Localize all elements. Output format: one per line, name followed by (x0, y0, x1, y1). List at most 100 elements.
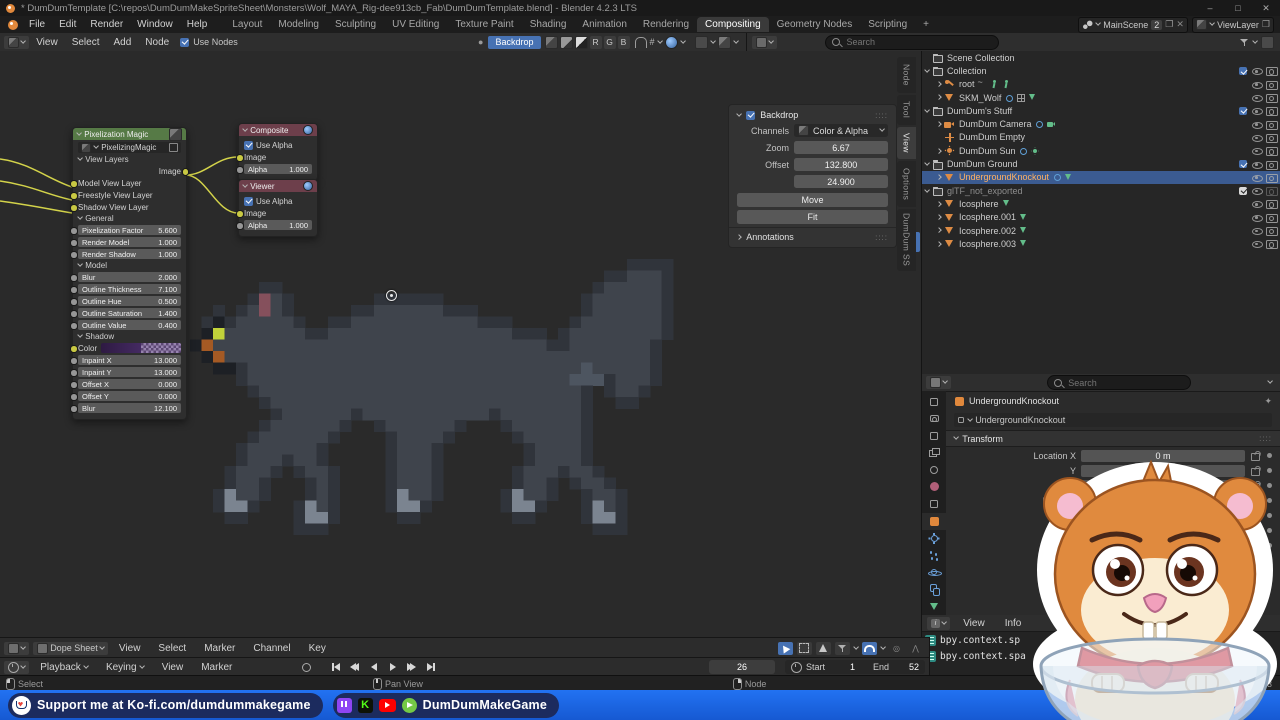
tab-tool[interactable] (922, 393, 946, 410)
input-socket-icon[interactable] (70, 369, 78, 377)
unlink-scene-icon[interactable]: ✕ (1176, 19, 1184, 30)
menu-key[interactable]: Key (302, 643, 333, 654)
param-inpaint-x[interactable]: Inpaint X 13.000 (70, 355, 181, 365)
pin-icon[interactable]: ● (478, 37, 483, 47)
current-frame-field[interactable]: 26 (708, 660, 775, 674)
outliner-row-skm-wolf[interactable]: SKM_Wolf (922, 91, 1280, 104)
fake-user-icon[interactable] (169, 143, 178, 152)
workspace-tab-geometry-nodes[interactable]: Geometry Nodes (769, 17, 861, 32)
menu-add[interactable]: Add (106, 37, 138, 48)
use-nodes-toggle[interactable]: Use Nodes (180, 37, 238, 47)
hide-eye-icon[interactable] (1251, 65, 1263, 76)
sidebar-tab-view[interactable]: View (897, 127, 916, 159)
menu-render[interactable]: Render (83, 19, 130, 30)
node-group-selector[interactable]: PixelizingMagic (78, 142, 181, 153)
channel-color-alpha-icon[interactable] (544, 35, 558, 49)
outliner-row-dumdum-camera[interactable]: DumDum Camera (922, 117, 1280, 130)
collapse-icon[interactable] (242, 182, 249, 188)
expand-icon[interactable] (936, 94, 942, 101)
collapse-icon[interactable] (242, 126, 249, 132)
info-editor-type-button[interactable]: i (927, 616, 951, 630)
expand-icon[interactable] (936, 121, 942, 128)
backdrop-panel-header[interactable]: Backdrop :::: (729, 108, 896, 122)
annotations-panel-header[interactable]: Annotations :::: (729, 227, 896, 244)
outliner-row-icosphere-002[interactable]: Icosphere.002 (922, 224, 1280, 237)
hide-eye-icon[interactable] (1251, 145, 1263, 156)
param-alpha[interactable]: Alpha 1.000 (236, 220, 312, 230)
workspace-tab-scripting[interactable]: Scripting (860, 17, 915, 32)
filter-icon[interactable] (834, 641, 850, 655)
collection-include-checkbox[interactable] (1239, 160, 1247, 169)
input-image[interactable]: Image (236, 208, 312, 218)
channels-pill[interactable]: K DumDumMakeGame (332, 692, 559, 718)
render-camera-icon[interactable] (1266, 186, 1278, 197)
play-reverse-icon[interactable] (366, 661, 381, 674)
outliner-editor-type-button[interactable] (752, 35, 778, 49)
channels-dropdown[interactable]: Color & Alpha (794, 124, 888, 137)
channel-alpha-icon[interactable] (574, 35, 588, 49)
image-options-icon[interactable] (718, 35, 732, 49)
node-pixelization-magic[interactable]: Pixelization Magic PixelizingMagic View … (70, 127, 189, 420)
timeline-editor-type-button[interactable] (4, 660, 30, 674)
view-layer-selector[interactable]: ViewLayer ❐ (1191, 16, 1274, 33)
jump-to-end-icon[interactable] (423, 661, 438, 674)
tab-particles[interactable] (922, 547, 946, 564)
expand-icon[interactable] (924, 186, 930, 193)
tab-world[interactable] (922, 478, 946, 495)
input-socket-icon[interactable] (70, 286, 78, 294)
param-pixelization-factor[interactable]: Pixelization Factor 5.600 (70, 225, 181, 235)
input-socket-icon[interactable] (70, 381, 78, 389)
output-socket-icon[interactable] (181, 168, 189, 176)
menu-info[interactable]: Info (998, 618, 1029, 629)
outliner-row-icosphere[interactable]: Icosphere (922, 197, 1280, 210)
sidebar-tab-options[interactable]: Options (897, 161, 916, 207)
section-view-layers[interactable]: View Layers (77, 155, 181, 164)
input-socket-icon[interactable] (70, 357, 78, 365)
input-socket-icon[interactable] (70, 345, 78, 353)
outliner-row-root[interactable]: root (922, 77, 1280, 91)
input-socket-icon[interactable] (70, 393, 78, 401)
box-select-icon[interactable] (796, 641, 812, 655)
input-socket-icon[interactable] (70, 298, 78, 306)
workspace-tab-rendering[interactable]: Rendering (635, 17, 697, 32)
input-socket-icon[interactable] (70, 204, 78, 212)
workspace-tab-uv-editing[interactable]: UV Editing (384, 17, 447, 32)
sidebar-tab-node[interactable]: Node (897, 57, 916, 93)
auto-key-record-icon[interactable] (299, 661, 314, 674)
render-camera-icon[interactable] (1266, 93, 1278, 104)
proportional-edit-icon[interactable] (815, 641, 831, 655)
fcurve-icon[interactable]: ⋀ (908, 642, 923, 655)
offset-y-field[interactable]: 24.900 (794, 175, 888, 188)
fit-button[interactable]: Fit (737, 210, 888, 224)
outliner-row-dumdums-stuff[interactable]: DumDum's Stuff (922, 104, 1280, 117)
param-render-model[interactable]: Render Model 1.000 (70, 237, 181, 247)
editor-type-button[interactable] (4, 35, 30, 49)
param-blur[interactable]: Blur 2.000 (70, 272, 181, 282)
properties-search[interactable] (1047, 375, 1192, 390)
outliner-row-undergroundknockout[interactable]: UndergroundKnockout (922, 170, 1280, 184)
pin-icon[interactable]: ✦ (1264, 396, 1272, 407)
menu-help[interactable]: Help (180, 19, 215, 30)
input-socket-icon[interactable] (70, 405, 78, 413)
collection-include-checkbox[interactable] (1239, 66, 1247, 75)
panel-grip-icon[interactable]: :::: (875, 111, 888, 120)
properties-search-input[interactable] (1066, 376, 1188, 389)
workspace-tab-shading[interactable]: Shading (522, 17, 575, 32)
tab-constraints[interactable] (922, 581, 946, 598)
input-socket-icon[interactable] (236, 210, 244, 218)
keying-menu[interactable]: Keying (99, 662, 151, 673)
play-icon[interactable] (385, 661, 400, 674)
input-socket-icon[interactable] (70, 227, 78, 235)
color-swatch[interactable] (101, 343, 181, 353)
outliner-row-icosphere-003[interactable]: Icosphere.003 (922, 237, 1280, 250)
select-tool-icon[interactable] (777, 641, 793, 655)
param-outline-thickness[interactable]: Outline Thickness 7.100 (70, 284, 181, 294)
workspace-tab-compositing[interactable]: Compositing (697, 17, 769, 32)
expand-icon[interactable] (924, 160, 930, 166)
channel-g-button[interactable]: G (603, 35, 616, 49)
maximize-button[interactable]: □ (1224, 3, 1252, 14)
render-camera-icon[interactable] (1266, 66, 1278, 77)
collection-include-checkbox[interactable] (1239, 106, 1247, 115)
hide-eye-icon[interactable] (1251, 132, 1263, 143)
menu-channel[interactable]: Channel (246, 643, 297, 654)
